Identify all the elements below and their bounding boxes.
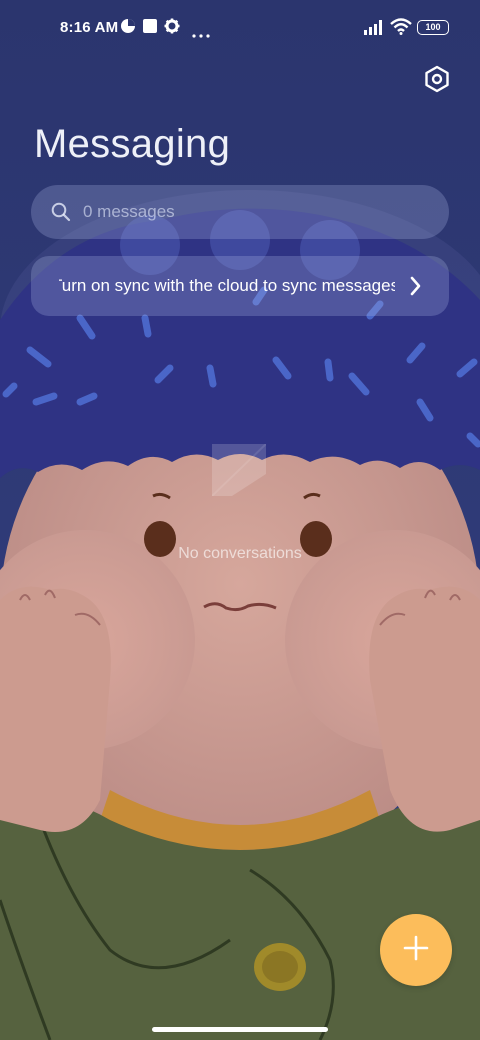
search-icon — [51, 202, 71, 227]
settings-hexagon-icon — [424, 65, 450, 98]
chevron-right-icon — [409, 274, 423, 303]
signal-icon — [364, 20, 386, 40]
search-bar[interactable] — [31, 185, 449, 239]
sync-banner[interactable]: Turn on sync with the cloud to sync mess… — [31, 256, 449, 316]
timer-icon — [120, 18, 136, 39]
home-indicator[interactable] — [152, 1027, 328, 1032]
wifi-icon — [390, 18, 412, 40]
empty-state-text: No conversations — [178, 545, 302, 562]
gear-icon — [164, 18, 180, 39]
empty-conversations-icon — [211, 443, 267, 497]
page-title: Messaging — [34, 122, 231, 166]
status-bar: 8:16 AM 100 — [0, 0, 480, 56]
plus-icon — [403, 935, 429, 966]
status-time: 8:16 AM — [60, 19, 119, 36]
search-input[interactable] — [83, 200, 423, 224]
sync-banner-text: Turn on sync with the cloud to sync mess… — [59, 276, 395, 295]
battery-icon: 100 — [417, 20, 449, 35]
more-dots-icon — [192, 25, 210, 43]
notification-square-icon — [142, 18, 158, 39]
settings-button[interactable] — [420, 64, 454, 98]
new-conversation-button[interactable] — [380, 914, 452, 986]
